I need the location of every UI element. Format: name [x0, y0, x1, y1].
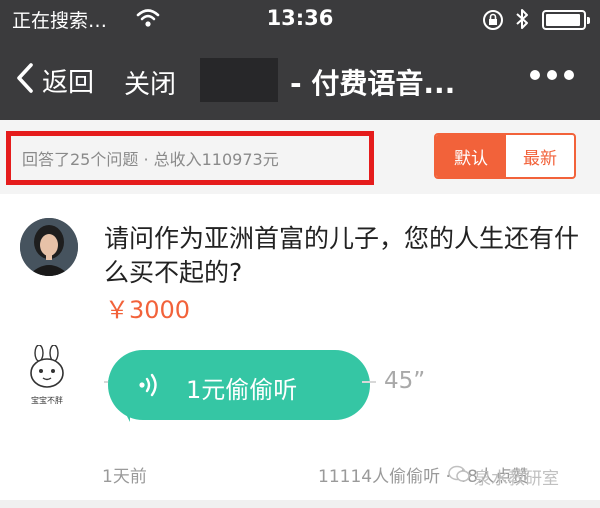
watermark-text: 泉水教研室 [474, 469, 559, 489]
close-button[interactable]: 关闭 [124, 64, 176, 101]
answerer-avatar[interactable]: 宝宝不胖 [24, 344, 70, 407]
audio-duration: 45” [384, 368, 426, 394]
question-text: 请问作为亚洲首富的儿子，您的人生还有什么买不起的? [104, 224, 580, 287]
nav-bar: 返回 关闭 - 付费语音... [0, 40, 600, 120]
status-bar: 正在搜索… 13:36 [0, 0, 600, 40]
redacted-name [200, 58, 278, 102]
listen-label: 1元偷偷听 [186, 376, 298, 404]
back-label: 返回 [42, 67, 95, 98]
answerer-avatar-caption: 宝宝不胖 [31, 395, 63, 405]
question-price: ￥3000 [105, 296, 191, 324]
post-time: 1天前 [102, 467, 147, 487]
asker-avatar[interactable] [20, 218, 78, 276]
back-icon [16, 62, 34, 98]
page-title: - 付费语音... [290, 67, 456, 100]
summary-row: 回答了25个问题 · 总收入110973元 默认 最新 [0, 120, 600, 194]
battery-icon [542, 10, 590, 30]
bubble-line-right [362, 381, 376, 383]
wechat-icon [448, 465, 470, 488]
sort-latest-button[interactable]: 最新 [506, 135, 574, 177]
sort-default-button[interactable]: 默认 [436, 135, 506, 177]
watermark: 泉水教研室 [448, 464, 559, 489]
clock: 13:36 [266, 6, 334, 30]
sound-wave-icon [138, 372, 160, 402]
sort-toggle: 默认 最新 [434, 133, 576, 179]
bluetooth-icon [515, 7, 529, 35]
section-divider [0, 500, 600, 508]
more-icon[interactable] [530, 70, 574, 80]
highlight-box [6, 131, 374, 185]
lock-rotation-icon [482, 9, 504, 35]
back-button[interactable]: 返回 [16, 58, 94, 102]
listen-button[interactable]: 1元偷偷听 [108, 350, 370, 420]
